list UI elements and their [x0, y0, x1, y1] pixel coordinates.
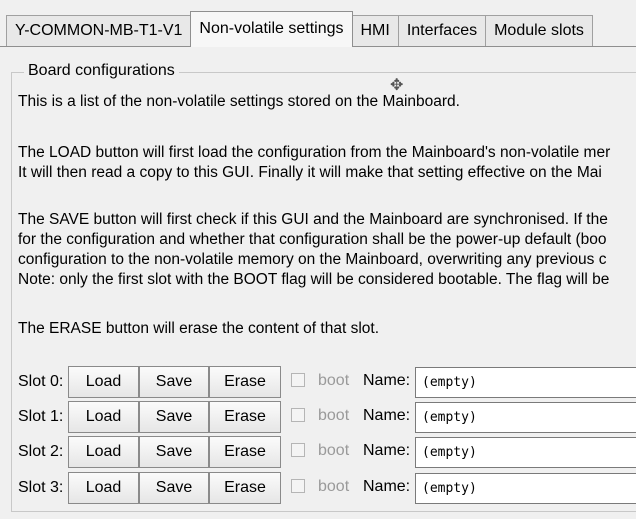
- slot-row-3: Slot 3: Load Save Erase boot Name: (empt…: [0, 472, 636, 505]
- save-button[interactable]: Save: [139, 472, 209, 504]
- slot-label: Slot 2:: [18, 443, 64, 460]
- name-label: Name:: [363, 442, 411, 459]
- load-description-line: The LOAD button will first load the conf…: [18, 144, 611, 161]
- name-label: Name:: [363, 478, 411, 495]
- boot-label: boot: [318, 478, 350, 495]
- load-button[interactable]: Load: [68, 472, 139, 504]
- group-title: Board configurations: [24, 62, 179, 80]
- name-field[interactable]: (empty): [415, 402, 636, 433]
- boot-checkbox[interactable]: [291, 443, 305, 457]
- tab-interfaces[interactable]: Interfaces: [397, 15, 487, 47]
- save-description-line: for the configuration and whether that c…: [18, 231, 607, 248]
- erase-button[interactable]: Erase: [209, 436, 281, 468]
- erase-button[interactable]: Erase: [209, 401, 281, 433]
- save-button[interactable]: Save: [139, 436, 209, 468]
- slot-row-2: Slot 2: Load Save Erase boot Name: (empt…: [0, 436, 636, 469]
- tab-mainboard[interactable]: Y-COMMON-MB-T1-V1: [6, 15, 192, 47]
- tab-panel: Board configurations This is a list of t…: [0, 46, 636, 519]
- boot-label: boot: [318, 372, 350, 389]
- slot-label: Slot 3:: [18, 479, 64, 496]
- boot-checkbox[interactable]: [291, 408, 305, 422]
- save-description-line: configuration to the non-volatile memory…: [18, 251, 607, 268]
- name-field[interactable]: (empty): [415, 437, 636, 468]
- slot-row-1: Slot 1: Load Save Erase boot Name: (empt…: [0, 401, 636, 434]
- slot-label: Slot 1:: [18, 408, 64, 425]
- tab-module-slots[interactable]: Module slots: [485, 15, 593, 47]
- tab-bar: Y-COMMON-MB-T1-V1 Non-volatile settings …: [6, 11, 593, 47]
- name-field[interactable]: (empty): [415, 367, 636, 398]
- slot-label: Slot 0:: [18, 373, 64, 390]
- erase-button[interactable]: Erase: [209, 472, 281, 504]
- slot-row-0: Slot 0: Load Save Erase boot Name: (empt…: [0, 366, 636, 399]
- save-description-line: The SAVE button will first check if this…: [18, 211, 608, 228]
- boot-checkbox[interactable]: [291, 373, 305, 387]
- save-button[interactable]: Save: [139, 401, 209, 433]
- save-description-line: Note: only the first slot with the BOOT …: [18, 271, 610, 288]
- name-label: Name:: [363, 372, 411, 389]
- name-field[interactable]: (empty): [415, 473, 636, 504]
- load-button[interactable]: Load: [68, 401, 139, 433]
- erase-button[interactable]: Erase: [209, 366, 281, 398]
- boot-checkbox[interactable]: [291, 479, 305, 493]
- tab-non-volatile-settings[interactable]: Non-volatile settings: [190, 11, 353, 47]
- save-button[interactable]: Save: [139, 366, 209, 398]
- tab-hmi[interactable]: HMI: [351, 15, 399, 47]
- boot-label: boot: [318, 407, 350, 424]
- load-button[interactable]: Load: [68, 436, 139, 468]
- load-button[interactable]: Load: [68, 366, 139, 398]
- load-description-line: It will then read a copy to this GUI. Fi…: [18, 164, 602, 181]
- move-cursor-icon: ✥: [390, 77, 404, 94]
- intro-text: This is a list of the non-volatile setti…: [18, 93, 460, 110]
- erase-description: The ERASE button will erase the content …: [18, 320, 380, 337]
- name-label: Name:: [363, 407, 411, 424]
- boot-label: boot: [318, 442, 350, 459]
